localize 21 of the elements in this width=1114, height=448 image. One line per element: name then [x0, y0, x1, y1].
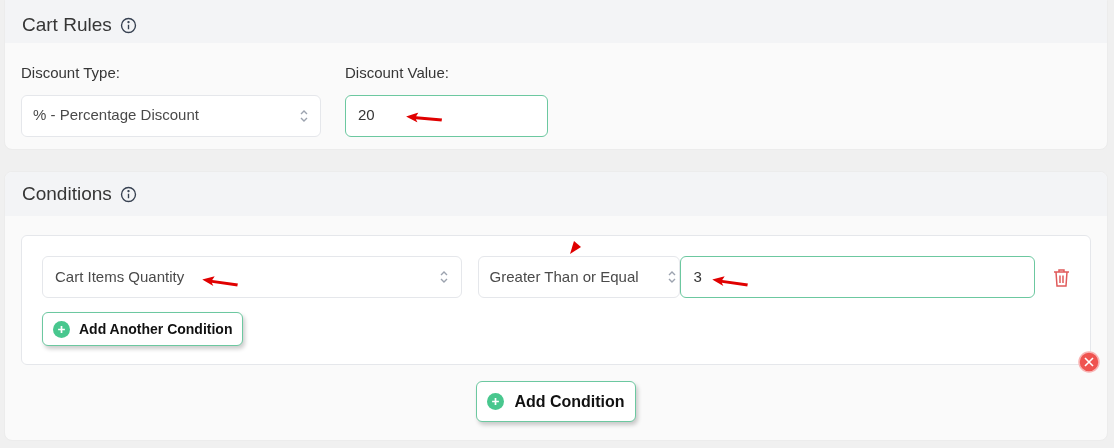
field-label: Discount Value: [345, 63, 450, 83]
chevron-icon [667, 269, 678, 285]
annotation-arrow [568, 241, 582, 255]
trash-icon[interactable] [1053, 267, 1070, 287]
info-icon [119, 16, 137, 34]
chevron-icon [438, 269, 449, 285]
discount-type-select[interactable]: % - Percentage Discount [21, 94, 321, 137]
add-another-condition-button[interactable]: Add Another Condition [42, 312, 244, 346]
section-title: Cart Rules [22, 12, 112, 37]
condition-field-select[interactable]: Cart Items Quantity [42, 256, 462, 298]
section-title: Conditions [22, 181, 112, 206]
plus-icon [53, 320, 70, 338]
close-icon[interactable] [1078, 351, 1100, 373]
annotation-arrow [405, 111, 443, 125]
condition-value-input[interactable]: 3 [680, 256, 1035, 298]
discount-value-input[interactable]: 20 [345, 94, 548, 137]
info-icon [119, 185, 137, 203]
plus-icon [487, 393, 505, 410]
operator-select[interactable]: Greater Than or Equal [477, 256, 681, 298]
field-label: Discount Type: [21, 63, 121, 83]
add-condition-button[interactable]: Add Condition [476, 381, 636, 422]
